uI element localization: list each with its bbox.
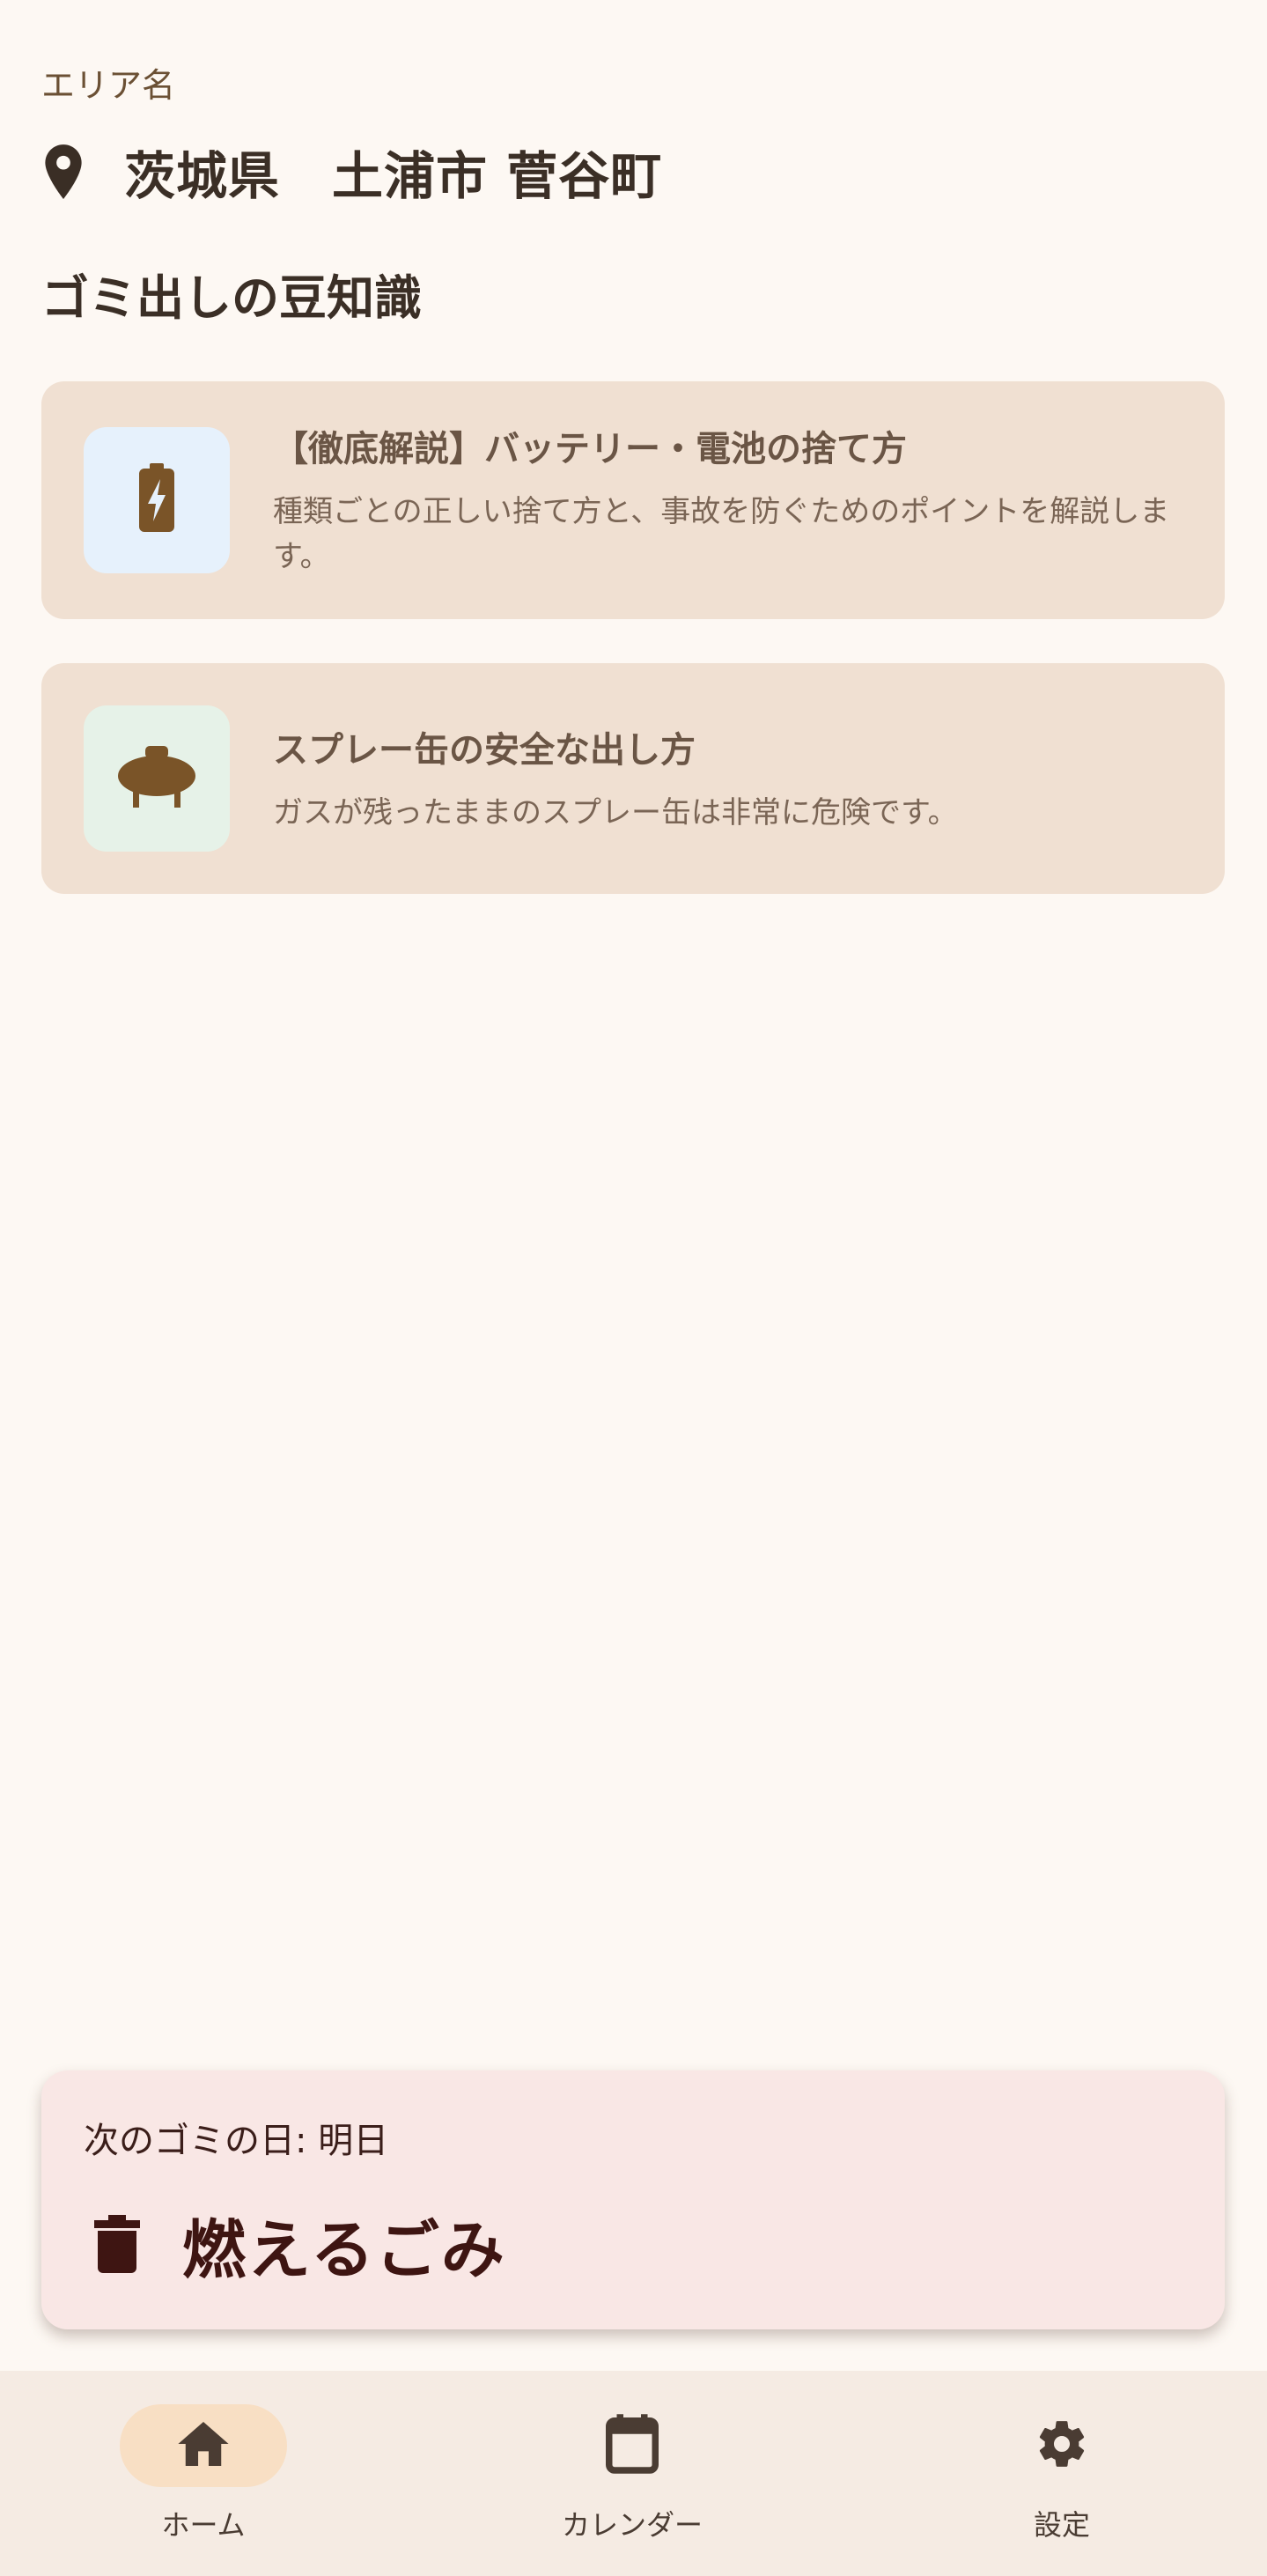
nav-label: ホーム [161,2508,246,2542]
tip-title: 【徹底解説】バッテリー・電池の捨て方 [273,429,907,469]
nav-indicator [978,2404,1145,2487]
area-row[interactable]: 茨城県 土浦市 菅谷町 [41,132,662,211]
next-collection-card[interactable]: 次のゴミの日: 明日 燃えるごみ [41,2070,1225,2329]
next-collection-type-row: 燃えるごみ [92,2204,506,2287]
next-collection-type: 燃えるごみ [182,2212,506,2287]
area-label: エリア名 [41,66,176,105]
tip-icon-box [84,705,230,852]
nav-label: カレンダー [561,2508,703,2542]
tip-card-spray[interactable]: スプレー缶の安全な出し方 ガスが残ったままのスプレー缶は非常に危険です。 [41,663,1225,894]
section-title: ゴミ出しの豆知識 [41,270,422,326]
gas-tank-icon [117,744,196,813]
home-icon [178,2422,229,2469]
tip-icon-box [84,427,230,573]
battery-charging-icon [137,462,176,538]
bottom-navigation: ホーム カレンダー 設定 [0,2371,1267,2576]
tip-title: スプレー缶の安全な出し方 [273,730,696,771]
location-pin-icon [41,137,99,207]
nav-item-home[interactable]: ホーム [89,2404,318,2554]
tip-description: ガスが残ったままのスプレー缶は非常に危険です。 [273,795,958,830]
area-name: 茨城県 土浦市 菅谷町 [124,146,663,206]
nav-label: 設定 [1033,2508,1090,2542]
trash-icon [92,2212,142,2276]
nav-item-calendar[interactable]: カレンダー [518,2404,747,2554]
tip-card-battery[interactable]: 【徹底解説】バッテリー・電池の捨て方 種類ごとの正しい捨て方と、事故を防ぐための… [41,381,1225,619]
nav-indicator [549,2404,716,2487]
tip-description: 種類ごとの正しい捨て方と、事故を防ぐためのポイントを解説します。 [273,494,1170,574]
nav-indicator [120,2404,287,2487]
nav-item-settings[interactable]: 設定 [947,2404,1176,2554]
next-collection-label: 次のゴミの日: 明日 [84,2121,389,2161]
gear-icon [1035,2417,1089,2475]
calendar-icon [606,2414,659,2477]
